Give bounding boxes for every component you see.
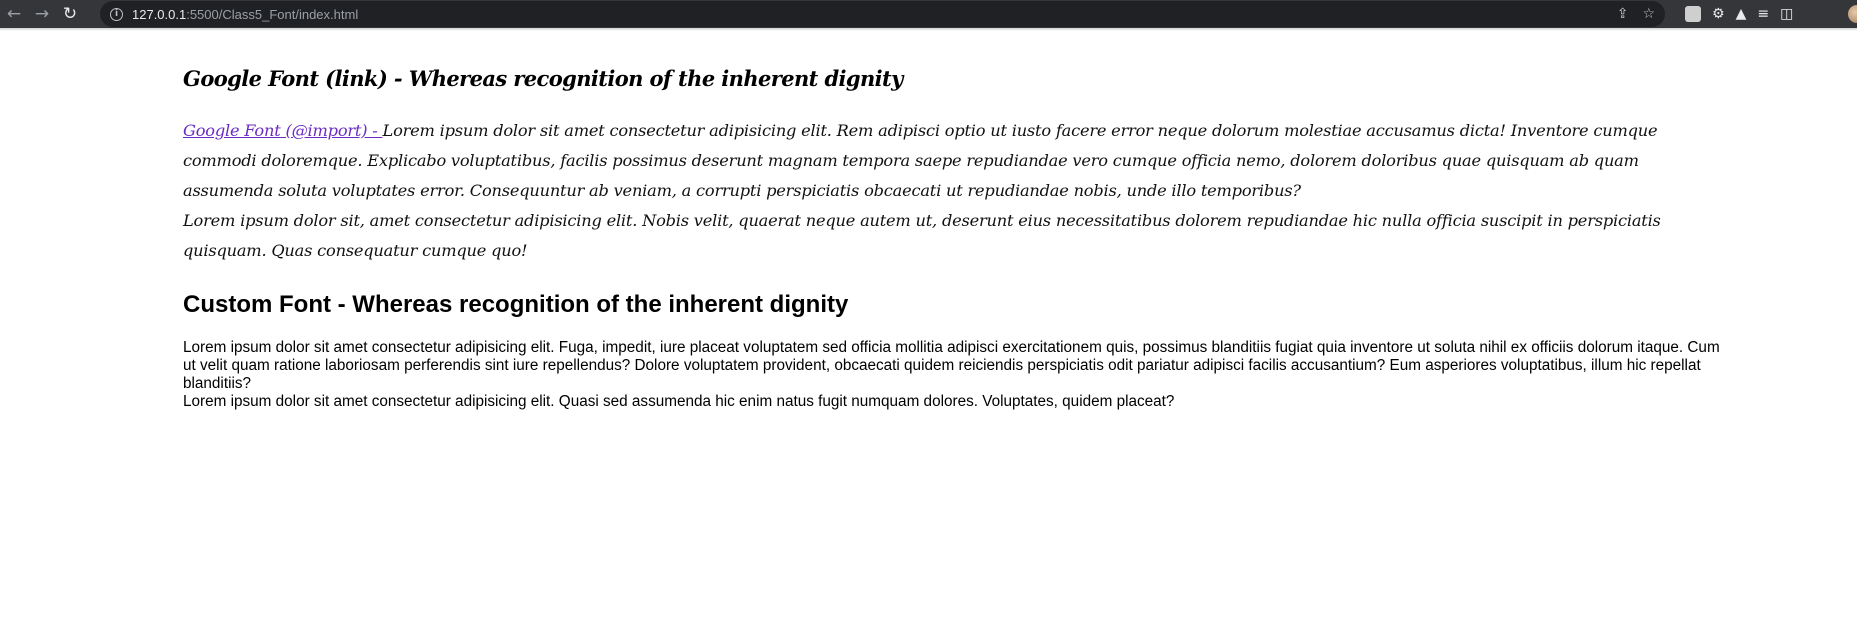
google-font-import-link[interactable]: Google Font (@import) - [183,121,383,140]
star-icon[interactable]: ☆ [1642,6,1655,22]
reload-icon[interactable]: ↻ [56,0,84,28]
google-font-text-1: Lorem ipsum dolor sit amet consectetur a… [183,121,1658,200]
info-icon[interactable]: i [110,7,123,21]
side-panel-icon[interactable]: ◫ [1780,6,1793,22]
custom-font-text-2: Lorem ipsum dolor sit amet consectetur a… [183,393,1175,410]
google-font-paragraph: Google Font (@import) - Lorem ipsum dolo… [183,116,1723,266]
extension-icon[interactable] [1685,6,1701,22]
url-text[interactable]: 127.0.0.1:5500/Class5_Font/index.html [132,7,358,22]
reading-list-icon[interactable]: ≡ [1757,6,1769,22]
avatar[interactable] [1848,5,1857,23]
google-font-heading: Google Font (link) - Whereas recognition… [183,66,903,91]
share-icon[interactable]: ⇪ [1617,6,1629,22]
custom-font-paragraph: Lorem ipsum dolor sit amet consectetur a… [183,339,1723,411]
custom-font-text-1: Lorem ipsum dolor sit amet consectetur a… [183,339,1720,392]
address-bar[interactable]: i 127.0.0.1:5500/Class5_Font/index.html … [100,1,1665,27]
url-path: :5500/Class5_Font/index.html [186,6,359,22]
puzzle-icon[interactable]: ⚙ [1712,6,1725,22]
url-host: 127.0.0.1 [132,6,187,22]
forward-arrow-icon[interactable]: → [28,0,56,28]
custom-font-heading: Custom Font - Whereas recognition of the… [183,291,849,318]
flask-icon[interactable]: ▲ [1736,6,1747,22]
browser-toolbar: ← → ↻ i 127.0.0.1:5500/Class5_Font/index… [0,0,1857,31]
back-arrow-icon[interactable]: ← [0,0,28,28]
google-font-text-2: Lorem ipsum dolor sit, amet consectetur … [183,211,1661,260]
